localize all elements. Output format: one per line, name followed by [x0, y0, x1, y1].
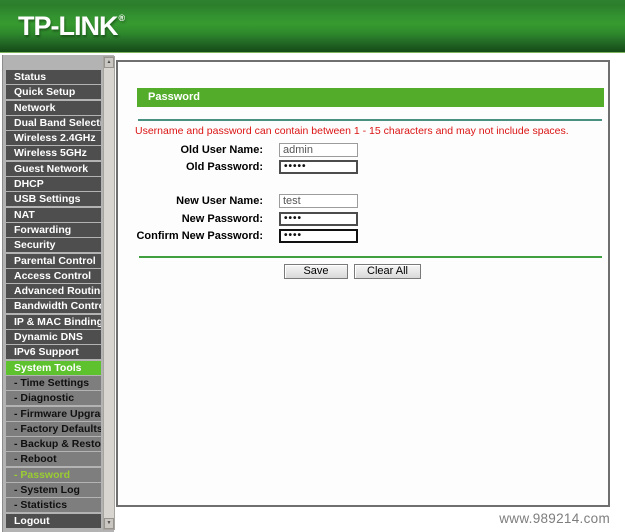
- form-row: Old Password:: [118, 158, 608, 175]
- sidebar-item-guest-network[interactable]: Guest Network: [6, 161, 101, 176]
- button-divider: [139, 256, 602, 258]
- sidebar-item-reboot[interactable]: - Reboot: [6, 452, 101, 467]
- sidebar-item-usb-settings[interactable]: USB Settings: [6, 192, 101, 207]
- form-row: New User Name:: [118, 193, 608, 210]
- sidebar-item-nat[interactable]: NAT: [6, 207, 101, 222]
- tplink-logo: TP-LINK®: [18, 11, 125, 42]
- sidebar-scrollbar[interactable]: ▲ ▼: [103, 56, 115, 530]
- save-button[interactable]: Save: [284, 264, 348, 279]
- logo-text: TP-LINK: [18, 11, 118, 41]
- field-label: Confirm New Password:: [136, 229, 263, 242]
- form-row: Old User Name:: [118, 141, 608, 158]
- confirm-new-password-input[interactable]: [279, 228, 358, 243]
- sidebar-item-access-control[interactable]: Access Control: [6, 268, 101, 283]
- content-panel: Password Username and password can conta…: [116, 60, 610, 507]
- old-password-input[interactable]: [279, 159, 358, 174]
- sidebar-item-logout[interactable]: Logout: [6, 513, 101, 528]
- sidebar-item-quick-setup[interactable]: Quick Setup: [6, 85, 101, 100]
- sidebar-item-advanced-routing[interactable]: Advanced Routing: [6, 284, 101, 299]
- sidebar-item-parental-control[interactable]: Parental Control: [6, 253, 101, 268]
- sidebar-item-system-log[interactable]: - System Log: [6, 483, 101, 498]
- sidebar-menu: Status Quick Setup Network Dual Band Select…: [6, 70, 101, 529]
- registered-trademark: ®: [118, 13, 126, 23]
- field-label: New Password:: [181, 212, 263, 225]
- header-divider: [138, 119, 602, 121]
- sidebar-item-password[interactable]: - Password: [6, 467, 101, 482]
- old-user-name-input[interactable]: [279, 142, 358, 157]
- sidebar-item-network[interactable]: Network: [6, 100, 101, 115]
- sidebar-item-status[interactable]: Status: [6, 70, 101, 84]
- sidebar-item-wireless-2-4ghz[interactable]: Wireless 2.4GHz: [6, 131, 101, 146]
- sidebar-item-factory-defaults[interactable]: - Factory Defaults: [6, 421, 101, 436]
- new-user-name-input[interactable]: [279, 194, 358, 209]
- sidebar: Status Quick Setup Network Dual Band Select…: [2, 55, 115, 532]
- sidebar-item-wireless-5ghz[interactable]: Wireless 5GHz: [6, 146, 101, 161]
- sidebar-item-system-tools[interactable]: System Tools: [6, 360, 101, 375]
- sidebar-item-firmware-upgrade[interactable]: - Firmware Upgrade: [6, 406, 101, 421]
- password-hint-text: Username and password can contain betwee…: [135, 125, 569, 137]
- scroll-up-button[interactable]: ▲: [104, 57, 114, 68]
- sidebar-item-dual-band-selection[interactable]: Dual Band Selection: [6, 115, 101, 130]
- arrow-up-icon: ▲: [106, 59, 112, 65]
- field-label: New User Name:: [176, 195, 263, 208]
- field-label: Old User Name:: [180, 143, 263, 156]
- field-label: Old Password:: [185, 160, 263, 173]
- page-title: Password: [137, 88, 604, 107]
- form-row: Confirm New Password:: [118, 227, 608, 244]
- scroll-down-button[interactable]: ▼: [104, 518, 114, 529]
- arrow-down-icon: ▼: [106, 520, 112, 526]
- watermark-text: www.989214.com: [499, 511, 610, 526]
- router-admin-page: TP-LINK® Status Quick Setup Network Dual Ba…: [0, 0, 625, 532]
- sidebar-item-dhcp[interactable]: DHCP: [6, 177, 101, 192]
- sidebar-item-ipv6-support[interactable]: IPv6 Support: [6, 345, 101, 360]
- sidebar-item-backup-restore[interactable]: - Backup & Restore: [6, 437, 101, 452]
- sidebar-item-time-settings[interactable]: - Time Settings: [6, 375, 101, 390]
- sidebar-item-forwarding[interactable]: Forwarding: [6, 222, 101, 237]
- sidebar-item-ip-mac-binding[interactable]: IP & MAC Binding: [6, 314, 101, 329]
- sidebar-item-statistics[interactable]: - Statistics: [6, 498, 101, 513]
- sidebar-item-security[interactable]: Security: [6, 238, 101, 253]
- sidebar-item-dynamic-dns[interactable]: Dynamic DNS: [6, 330, 101, 345]
- top-banner: TP-LINK®: [0, 0, 625, 53]
- form-row: New Password:: [118, 210, 608, 227]
- clear-all-button[interactable]: Clear All: [354, 264, 421, 279]
- sidebar-item-bandwidth-control[interactable]: Bandwidth Control: [6, 299, 101, 314]
- sidebar-item-diagnostic[interactable]: - Diagnostic: [6, 391, 101, 406]
- new-password-input[interactable]: [279, 211, 358, 226]
- password-form: Old User Name: Old Password: New User Na…: [118, 141, 608, 244]
